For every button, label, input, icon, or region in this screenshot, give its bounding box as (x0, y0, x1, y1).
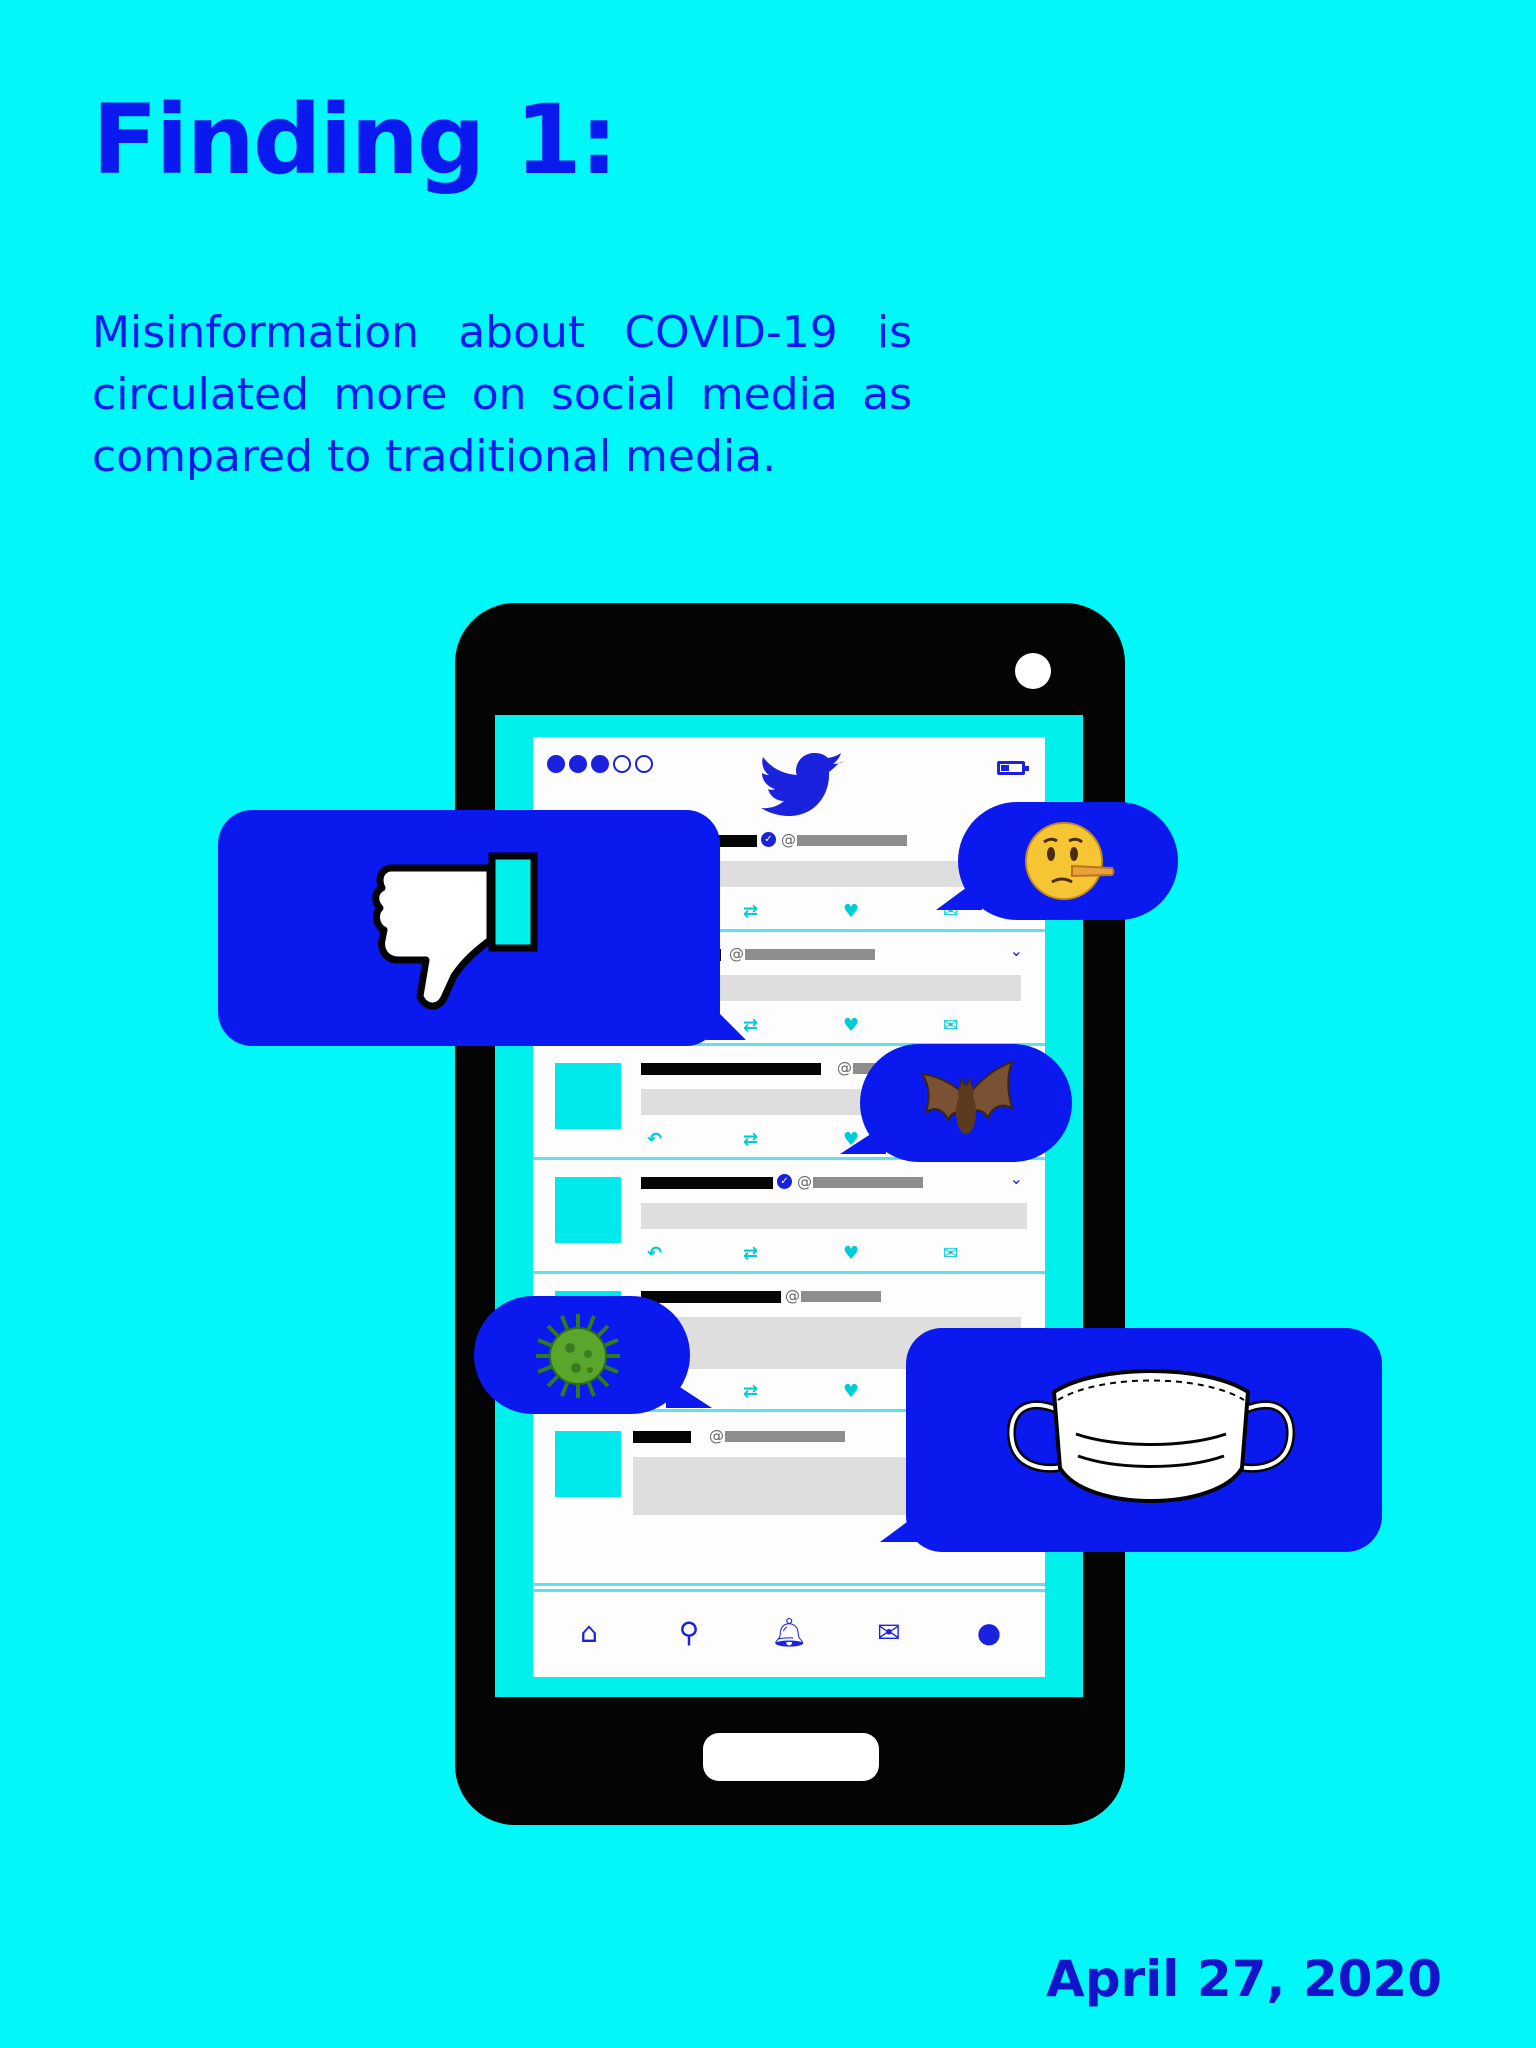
phone-illustration: ✓ @ ↶ ⇄ ♥ ✉ @ ⌄ ↶ ⇄ ♥ ✉ (455, 603, 1125, 1825)
bottom-navigation: ⌂ ⚲ 🔔︎ ✉ ● (533, 1589, 1045, 1677)
tweet-card: ✓ @ ⌄ ↶ ⇄ ♥ ✉ (533, 1159, 1045, 1274)
reply-icon: ↶ (647, 1129, 663, 1150)
face-mask-bubble (880, 1328, 1382, 1552)
tweet-handle (801, 1291, 881, 1302)
share-icon: ✉ (943, 1015, 959, 1036)
tweet-handle-symbol: @ (729, 945, 744, 963)
verified-icon: ✓ (761, 832, 776, 847)
chevron-down-icon: ⌄ (1009, 941, 1023, 960)
search-icon[interactable]: ⚲ (669, 1616, 709, 1649)
tweet-handle-symbol: @ (781, 831, 796, 849)
tweet-handle-symbol: @ (785, 1287, 800, 1305)
bubble-tail (706, 1000, 746, 1040)
tweet-handle (725, 1431, 845, 1442)
tweet-handle-symbol: @ (837, 1059, 852, 1077)
tweet-avatar (555, 1177, 621, 1243)
bat-bubble (840, 1044, 1072, 1162)
signal-dot (591, 755, 609, 773)
tweet-text (641, 1203, 1027, 1229)
tweet-author-name (641, 1291, 781, 1303)
like-icon: ♥ (843, 1243, 860, 1264)
verified-icon: ✓ (777, 1174, 792, 1189)
retweet-icon: ⇄ (743, 1243, 759, 1264)
tweet-handle (797, 835, 907, 846)
bubble-tail (880, 1502, 934, 1542)
face-mask-icon (1006, 1369, 1296, 1503)
tweet-avatar (555, 1063, 621, 1129)
battery-icon (997, 761, 1029, 775)
phone-camera (1015, 653, 1051, 689)
status-bar (533, 737, 1045, 817)
retweet-icon: ⇄ (743, 1129, 759, 1150)
lying-face-icon (1025, 822, 1115, 900)
publish-date: April 27, 2020 (1046, 1950, 1442, 2008)
share-icon: ✉ (943, 1243, 959, 1264)
like-icon: ♥ (843, 1381, 860, 1402)
bat-icon (919, 1060, 1014, 1134)
signal-dot (569, 755, 587, 773)
tweet-avatar (555, 1431, 621, 1497)
thumbs-down-bubble (218, 810, 746, 1046)
tweet-author-name (641, 1063, 821, 1075)
signal-dot (547, 755, 565, 773)
twitter-bird-icon (761, 753, 845, 816)
reply-icon: ↶ (647, 1243, 663, 1264)
messages-icon[interactable]: ✉ (869, 1616, 909, 1649)
tweet-author-name (633, 1431, 691, 1443)
page-title: Finding 1: (92, 84, 618, 196)
tweet-handle (813, 1177, 923, 1188)
virus-icon (536, 1314, 620, 1398)
thumbs-down-icon (372, 852, 538, 1010)
retweet-icon: ⇄ (743, 901, 759, 922)
chevron-down-icon: ⌄ (1009, 1169, 1023, 1188)
lying-face-bubble (936, 802, 1178, 920)
bubble-tail (840, 1124, 886, 1154)
bubble-tail (666, 1378, 712, 1408)
finding-description: Misinformation about COVID-19 is circula… (92, 307, 912, 482)
signal-dot (613, 755, 631, 773)
tweet-handle-symbol: @ (797, 1173, 812, 1191)
notifications-icon[interactable]: 🔔︎ (769, 1616, 809, 1649)
tweet-author-name (641, 1177, 773, 1189)
like-icon: ♥ (843, 1015, 860, 1036)
like-icon: ♥ (843, 901, 860, 922)
bubble-tail (936, 876, 982, 910)
tweet-handle (745, 949, 875, 960)
tweet-handle-symbol: @ (709, 1427, 724, 1445)
retweet-icon: ⇄ (743, 1381, 759, 1402)
phone-home-button (703, 1733, 879, 1781)
virus-bubble (474, 1296, 712, 1414)
home-icon[interactable]: ⌂ (569, 1616, 609, 1649)
signal-dot (635, 755, 653, 773)
profile-icon[interactable]: ● (969, 1616, 1009, 1649)
